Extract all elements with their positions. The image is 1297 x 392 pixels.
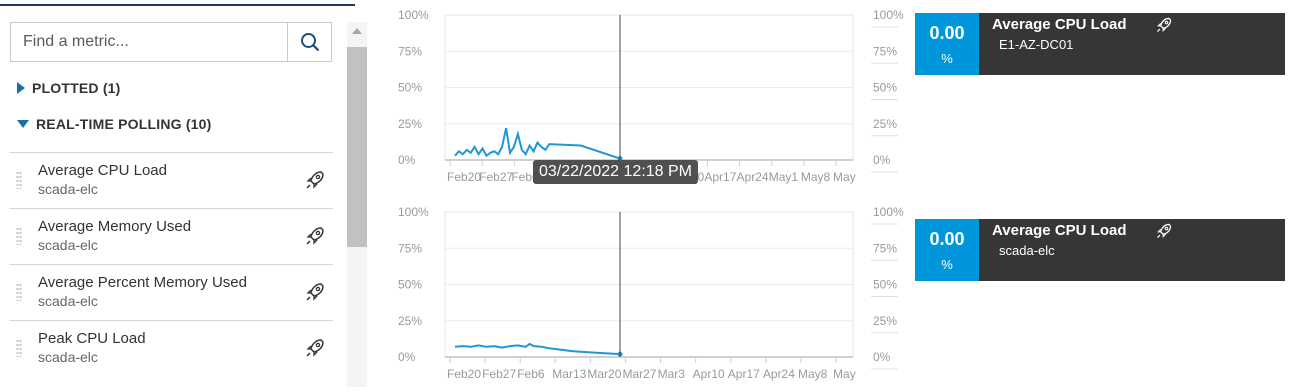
x-tick-label: Feb20 — [447, 170, 481, 184]
metric-unit: % — [941, 257, 953, 272]
y-tick-label-left: 100% — [398, 10, 429, 22]
tile-title: Average CPU Load — [992, 222, 1127, 239]
y-tick-label-right: 0% — [873, 153, 891, 167]
x-tick-label: May — [833, 367, 856, 381]
x-tick-label: Mar13 — [552, 367, 586, 381]
x-tick-label: May8 — [798, 367, 828, 381]
metric-name: Average CPU Load — [38, 162, 167, 179]
x-tick-label: Mar27 — [622, 367, 656, 381]
metric-value-tile[interactable]: 0.00 % Average CPU Load E1-AZ-DC01 — [915, 13, 1285, 75]
x-tick-label: Mar20 — [587, 367, 621, 381]
realtime-rocket-icon — [1156, 223, 1172, 239]
cursor-timestamp-tooltip: 03/22/2022 12:18 PM — [533, 160, 699, 184]
x-tick-label: May — [833, 170, 856, 184]
drag-handle-icon[interactable] — [16, 283, 22, 301]
x-tick-label: Apr24 — [737, 170, 769, 184]
y-tick-label-left: 25% — [398, 314, 422, 328]
y-tick-label-left: 0% — [398, 153, 416, 167]
x-tick-label: Feb6 — [517, 367, 545, 381]
metric-name: Peak CPU Load — [38, 330, 146, 347]
expand-arrow-icon — [17, 82, 25, 94]
x-tick-label: Feb27 — [479, 170, 513, 184]
realtime-group-toggle[interactable]: REAL-TIME POLLING (10) — [17, 116, 212, 132]
metric-sidebar: PLOTTED (1) REAL-TIME POLLING (10) Avera… — [0, 0, 375, 387]
y-tick-label-right: 0% — [873, 350, 891, 364]
collapse-arrow-icon — [17, 120, 29, 128]
x-tick-label: Mar3 — [658, 367, 686, 381]
realtime-rocket-icon[interactable] — [304, 225, 326, 247]
series-line — [454, 127, 621, 160]
y-tick-label-right: 100% — [873, 10, 904, 22]
metric-value-box: 0.00 % — [915, 13, 979, 75]
y-tick-label-right: 50% — [873, 81, 897, 95]
x-tick-label: Apr24 — [763, 367, 795, 381]
drag-handle-icon[interactable] — [16, 339, 22, 357]
metric-unit: % — [941, 51, 953, 66]
metric-node: scada-elc — [38, 181, 98, 197]
metric-search-input[interactable] — [11, 23, 287, 61]
scroll-up-arrow-icon[interactable] — [352, 28, 362, 34]
y-tick-label-right: 100% — [873, 207, 904, 219]
realtime-rocket-icon[interactable] — [304, 337, 326, 359]
x-tick-label: Apr17 — [704, 170, 736, 184]
realtime-rocket-icon[interactable] — [304, 169, 326, 191]
drag-handle-icon[interactable] — [16, 171, 22, 189]
metric-name: Average Percent Memory Used — [38, 274, 247, 291]
metric-node: scada-elc — [38, 237, 98, 253]
metric-value-tile[interactable]: 0.00 % Average CPU Load scada-elc — [915, 219, 1285, 281]
metric-node: scada-elc — [38, 349, 98, 365]
metric-list: Average CPU Load scada-elc Average Memor… — [9, 152, 333, 376]
tile-node-name: E1-AZ-DC01 — [999, 37, 1074, 52]
metric-value: 0.00 — [929, 229, 965, 249]
series-line — [454, 342, 621, 356]
sidebar-top-divider — [0, 4, 355, 6]
metric-list-item[interactable]: Average Memory Used scada-elc — [9, 208, 333, 264]
y-tick-label-left: 0% — [398, 350, 416, 364]
y-tick-label-left: 50% — [398, 81, 422, 95]
chart-plot-area[interactable]: 100% 100% 75% 75% 50% 50% 25% 25% 0% 0% Feb20Feb27… — [380, 205, 910, 387]
y-tick-label-left: 100% — [398, 207, 429, 219]
x-tick-label: Apr17 — [728, 367, 760, 381]
metric-list-item[interactable]: Average CPU Load scada-elc — [9, 152, 333, 208]
y-tick-label-right: 50% — [873, 278, 897, 292]
y-tick-label-left: 75% — [398, 44, 422, 58]
plotted-group-label: PLOTTED (1) — [32, 80, 121, 96]
y-tick-label-left: 25% — [398, 117, 422, 131]
x-tick-label: Apr10 — [693, 367, 725, 381]
drag-handle-icon[interactable] — [16, 227, 22, 245]
y-tick-label-left: 75% — [398, 241, 422, 255]
plotted-group-toggle[interactable]: PLOTTED (1) — [17, 80, 121, 96]
metric-value: 0.00 — [929, 23, 965, 43]
metric-name: Average Memory Used — [38, 218, 192, 235]
x-tick-label: May1 — [769, 170, 799, 184]
cpu-load-chart-2[interactable]: 100% 100% 75% 75% 50% 50% 25% 25% 0% 0% Feb20 Feb27… — [380, 205, 910, 387]
y-tick-label-right: 25% — [873, 117, 897, 131]
metric-node: scada-elc — [38, 293, 98, 309]
y-tick-label-right: 75% — [873, 241, 897, 255]
y-tick-label-right: 25% — [873, 314, 897, 328]
metric-search-box — [10, 22, 332, 62]
realtime-rocket-icon — [1156, 17, 1172, 33]
scrollbar-thumb[interactable] — [347, 47, 367, 247]
sidebar-scrollbar[interactable] — [347, 22, 367, 387]
tile-node-name: scada-elc — [999, 243, 1055, 258]
y-tick-label-left: 50% — [398, 278, 422, 292]
metric-value-box: 0.00 % — [915, 219, 979, 281]
x-tick-label: Feb20 — [447, 367, 481, 381]
x-tick-label: May8 — [801, 170, 831, 184]
metric-list-item[interactable]: Peak CPU Load scada-elc — [9, 320, 333, 376]
search-button[interactable] — [287, 23, 332, 61]
realtime-rocket-icon[interactable] — [304, 281, 326, 303]
tile-title: Average CPU Load — [992, 16, 1127, 33]
y-tick-label-right: 75% — [873, 44, 897, 58]
x-tick-label: Feb27 — [482, 367, 516, 381]
realtime-group-label: REAL-TIME POLLING (10) — [36, 116, 212, 132]
search-icon — [301, 33, 320, 52]
metric-list-item[interactable]: Average Percent Memory Used scada-elc — [9, 264, 333, 320]
